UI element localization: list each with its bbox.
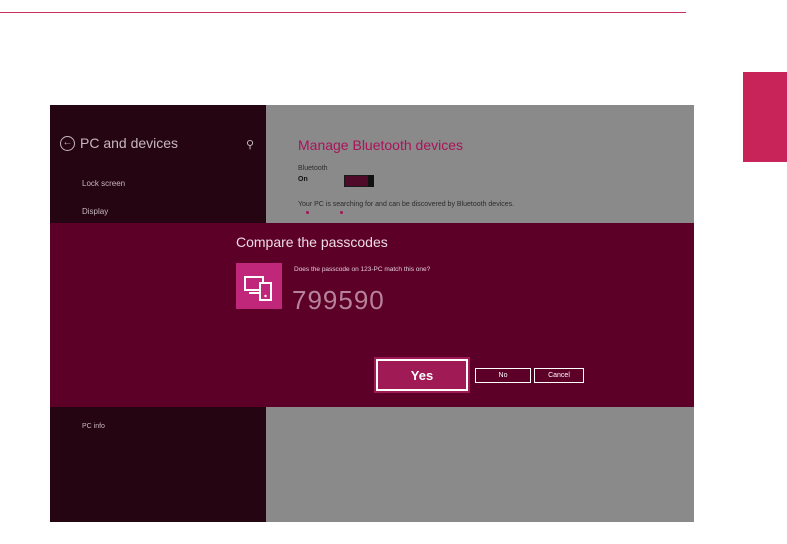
passcode-value: 799590 xyxy=(292,285,385,315)
bluetooth-label: Bluetooth xyxy=(298,165,328,172)
bluetooth-status: Your PC is searching for and can be disc… xyxy=(298,201,515,208)
no-button[interactable]: No xyxy=(475,368,531,383)
progress-dot xyxy=(340,211,343,214)
yes-button[interactable]: Yes xyxy=(376,359,468,391)
passcode-question: Does the passcode on 123-PC match this o… xyxy=(294,266,431,273)
nav-header: ← PC and devices xyxy=(60,135,178,151)
back-arrow-icon[interactable]: ← xyxy=(60,135,75,151)
side-tab xyxy=(743,72,787,162)
windows-screen: ← PC and devices ⚲ Lock screen Display P… xyxy=(50,105,694,522)
progress-dot xyxy=(306,211,309,214)
page-title: Manage Bluetooth devices xyxy=(298,137,463,153)
nav-item-lock-screen[interactable]: Lock screen xyxy=(82,179,125,188)
bluetooth-state: On xyxy=(298,176,308,183)
devices-icon xyxy=(236,263,282,309)
cancel-button[interactable]: Cancel xyxy=(534,368,584,383)
compare-passcodes-dialog: Compare the passcodes Does the passcode … xyxy=(50,223,694,407)
nav-item-display[interactable]: Display xyxy=(82,207,108,216)
nav-title: PC and devices xyxy=(80,135,179,151)
dialog-title: Compare the passcodes xyxy=(236,234,388,250)
bluetooth-toggle[interactable] xyxy=(344,175,374,187)
nav-item-pc-info[interactable]: PC info xyxy=(82,423,105,430)
search-icon[interactable]: ⚲ xyxy=(246,138,254,151)
top-rule xyxy=(0,12,686,13)
toggle-knob xyxy=(368,175,374,187)
